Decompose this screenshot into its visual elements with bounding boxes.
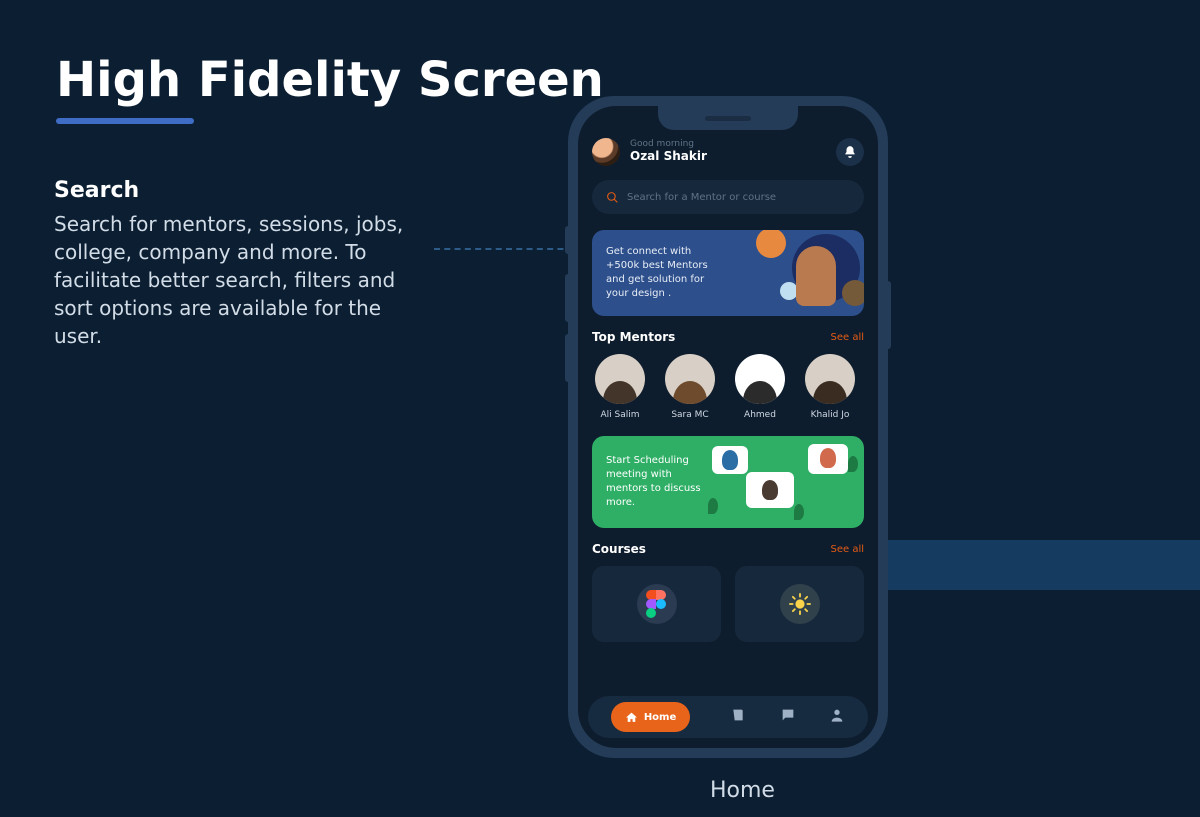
- mentor-name: Ahmed: [744, 410, 776, 420]
- search-icon: [606, 191, 619, 204]
- user-icon: [829, 707, 845, 723]
- mentor-item[interactable]: Sara MC: [662, 354, 718, 420]
- course-card[interactable]: [592, 566, 721, 642]
- bottom-tab-bar: Home: [588, 696, 868, 738]
- title-underline: [56, 118, 194, 124]
- courses-see-all[interactable]: See all: [830, 544, 864, 555]
- tab-home-label: Home: [644, 712, 676, 723]
- chat-icon: [780, 707, 796, 723]
- book-icon: [730, 707, 746, 723]
- tab-home[interactable]: Home: [611, 702, 690, 732]
- top-mentors-title: Top Mentors: [592, 330, 675, 344]
- mentor-item[interactable]: Ahmed: [732, 354, 788, 420]
- mentor-name: Sara MC: [671, 410, 708, 420]
- courses-list: [592, 566, 864, 642]
- search-placeholder: Search for a Mentor or course: [627, 192, 776, 203]
- connect-banner[interactable]: Get connect with +500k best Mentors and …: [592, 230, 864, 316]
- mentor-avatar: [665, 354, 715, 404]
- mentor-item[interactable]: Ali Salim: [592, 354, 648, 420]
- phone-screen: Good morning Ozal Shakir Search for a Me…: [578, 106, 878, 748]
- section-title: Search: [54, 178, 139, 203]
- mentors-list: Ali Salim Sara MC Ahmed Khalid Jo: [592, 354, 864, 420]
- connect-banner-art: [730, 230, 864, 316]
- tab-library[interactable]: [730, 707, 746, 727]
- mentor-avatar: [735, 354, 785, 404]
- figma-icon: [637, 584, 677, 624]
- notifications-button[interactable]: [836, 138, 864, 166]
- bell-icon: [843, 145, 857, 159]
- section-description: Search for mentors, sessions, jobs, coll…: [54, 210, 434, 350]
- connector-line: [434, 248, 584, 250]
- tab-chat[interactable]: [780, 707, 796, 727]
- phone-frame: Good morning Ozal Shakir Search for a Me…: [568, 96, 888, 758]
- schedule-banner-text: Start Scheduling meeting with mentors to…: [606, 454, 716, 510]
- home-icon: [625, 711, 638, 724]
- page-title: High Fidelity Screen: [56, 52, 604, 108]
- top-mentors-see-all[interactable]: See all: [830, 332, 864, 343]
- phone-caption: Home: [710, 778, 775, 803]
- mentor-avatar: [595, 354, 645, 404]
- header-text: Good morning Ozal Shakir: [630, 140, 707, 163]
- accent-bar: [880, 540, 1200, 590]
- schedule-banner-art: [708, 444, 858, 522]
- course-card[interactable]: [735, 566, 864, 642]
- mentor-avatar: [805, 354, 855, 404]
- tab-profile[interactable]: [829, 707, 845, 727]
- search-input[interactable]: Search for a Mentor or course: [592, 180, 864, 214]
- connect-banner-text: Get connect with +500k best Mentors and …: [606, 245, 721, 301]
- courses-title: Courses: [592, 542, 646, 556]
- schedule-banner[interactable]: Start Scheduling meeting with mentors to…: [592, 436, 864, 528]
- username: Ozal Shakir: [630, 150, 707, 163]
- mentor-item[interactable]: Khalid Jo: [802, 354, 858, 420]
- user-avatar[interactable]: [592, 138, 620, 166]
- mentor-name: Khalid Jo: [811, 410, 850, 420]
- mentor-name: Ali Salim: [600, 410, 639, 420]
- idea-icon: [780, 584, 820, 624]
